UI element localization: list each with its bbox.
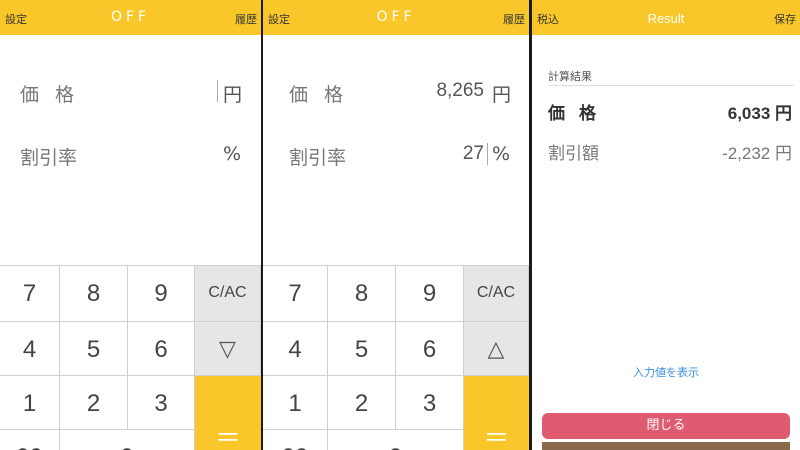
key-0[interactable]: 0: [328, 430, 464, 450]
price-label: 価格: [289, 84, 360, 106]
top-bar: 税込 Result 保存: [532, 0, 800, 35]
result-panel: 税込 Result 保存 計算結果 価格 6,033 円 割引額 -2,232 …: [532, 0, 800, 450]
price-unit: 円: [223, 84, 243, 106]
key-3[interactable]: 3: [396, 376, 464, 430]
section-title: 計算結果: [548, 70, 592, 83]
field-toggle-button[interactable]: ▽: [195, 322, 261, 376]
top-bar: 設定 OFF 履歴: [0, 0, 261, 35]
discount-amount-label: 割引額: [548, 144, 599, 164]
price-label: 価格: [20, 84, 91, 106]
key-6[interactable]: 6: [396, 322, 464, 376]
price-field[interactable]: 価格 8,265 円: [263, 70, 529, 110]
key-0[interactable]: 0: [60, 430, 195, 450]
history-button[interactable]: 履歴: [235, 11, 257, 27]
key-9[interactable]: 9: [128, 266, 195, 322]
key-00[interactable]: 00: [0, 430, 60, 450]
discount-value: 27: [462, 143, 484, 164]
key-9[interactable]: 9: [396, 266, 464, 322]
key-2[interactable]: 2: [328, 376, 396, 430]
history-button[interactable]: 履歴: [503, 11, 525, 27]
discount-label: 割引率: [289, 147, 347, 169]
discount-label: 割引率: [20, 147, 78, 169]
equals-button[interactable]: ＝: [464, 376, 529, 450]
keypad: 7 8 9 C/AC 4 5 6 ▽ 1 2 3 ＝ 00 0: [0, 265, 261, 450]
key-6[interactable]: 6: [128, 322, 195, 376]
show-input-link[interactable]: 入力値を表示: [532, 364, 800, 380]
discount-field[interactable]: 割引率 %: [0, 133, 261, 173]
discount-field[interactable]: 割引率 27 %: [263, 133, 529, 173]
divider: [548, 85, 794, 86]
key-2[interactable]: 2: [60, 376, 128, 430]
price-field[interactable]: 価格 円: [0, 70, 261, 110]
key-7[interactable]: 7: [0, 266, 60, 322]
key-1[interactable]: 1: [0, 376, 60, 430]
tax-mode-toggle[interactable]: OFF: [0, 9, 261, 25]
top-bar: 設定 OFF 履歴: [263, 0, 529, 35]
field-toggle-button[interactable]: △: [464, 322, 529, 376]
calculator-panel-input: 設定 OFF 履歴 価格 8,265 円 割引率 27 % 7 8 9 C/AC…: [263, 0, 529, 450]
result-price-value: 6,033 円: [727, 104, 792, 123]
key-5[interactable]: 5: [60, 322, 128, 376]
key-1[interactable]: 1: [263, 376, 328, 430]
save-button[interactable]: 保存: [774, 11, 796, 27]
text-cursor: [487, 143, 488, 165]
key-8[interactable]: 8: [60, 266, 128, 322]
tax-mode-toggle[interactable]: OFF: [263, 9, 529, 25]
discount-unit: %: [223, 143, 242, 165]
clear-button[interactable]: C/AC: [195, 266, 261, 322]
text-cursor: [217, 80, 218, 102]
keypad: 7 8 9 C/AC 4 5 6 △ 1 2 3 ＝ 00 0: [263, 265, 529, 450]
price-unit: 円: [492, 84, 512, 106]
key-00[interactable]: 00: [263, 430, 328, 450]
page-title: Result: [647, 11, 685, 26]
discount-amount-value: -2,232 円: [722, 144, 792, 163]
key-4[interactable]: 4: [263, 322, 328, 376]
clear-button[interactable]: C/AC: [464, 266, 529, 322]
result-price-label: 価格: [548, 104, 610, 124]
ad-banner-strip: [542, 442, 790, 450]
close-button[interactable]: 閉じる: [542, 413, 790, 439]
discount-unit: %: [492, 143, 511, 165]
calculator-panel-empty: 設定 OFF 履歴 価格 円 割引率 % 7 8 9 C/AC 4 5 6 ▽ …: [0, 0, 261, 450]
key-3[interactable]: 3: [128, 376, 195, 430]
key-7[interactable]: 7: [263, 266, 328, 322]
price-value: 8,265: [436, 80, 484, 101]
key-4[interactable]: 4: [0, 322, 60, 376]
key-8[interactable]: 8: [328, 266, 396, 322]
equals-button[interactable]: ＝: [195, 376, 261, 450]
key-5[interactable]: 5: [328, 322, 396, 376]
